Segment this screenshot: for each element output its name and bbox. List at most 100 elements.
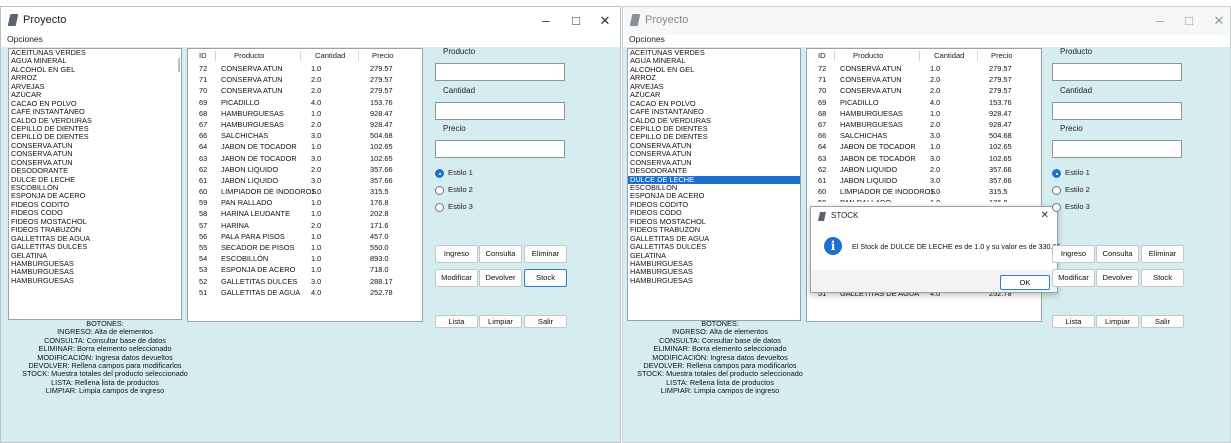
list-item[interactable]: HAMBURGUESAS [9,268,181,276]
dialog-close-button[interactable]: ✕ [1041,210,1049,221]
table-row[interactable]: 62 JABON LIQUIDO 2.0 357.66 [807,164,1041,175]
table-row[interactable]: 66 SALCHICHAS 3.0 504.68 [188,130,422,141]
list-item[interactable]: CALDO DE VERDURAS [628,117,800,125]
ok-button[interactable]: OK [1000,275,1050,290]
list-item[interactable]: ARVEJAS [9,83,181,91]
header-producto[interactable]: Producto [234,49,264,63]
list-item[interactable]: DULCE DE LECHE [628,175,800,184]
table-row[interactable]: 66 SALCHICHAS 3.0 504.68 [807,130,1041,141]
list-item[interactable]: ACEITUNAS VERDES [9,49,181,57]
list-item[interactable]: HAMBURGUESAS [628,277,800,285]
radio-indicator[interactable] [1052,169,1061,178]
table-row[interactable]: 52 GALLETITAS DULCES 3.0 288.17 [188,276,422,287]
list-item[interactable]: DULCE DE LECHE [9,176,181,184]
header-cantidad[interactable]: Cantidad [934,49,964,63]
header-producto[interactable]: Producto [853,49,883,63]
eliminar-button[interactable]: Eliminar [1141,245,1184,263]
list-item[interactable]: DESODORANTE [628,167,800,175]
table-row[interactable]: 70 CONSERVA ATUN 2.0 279.57 [188,85,422,96]
list-item[interactable]: GALLETITAS DE AGUA [628,235,800,243]
minimize-button[interactable]: – [533,11,559,31]
maximize-button[interactable]: □ [563,11,589,31]
list-item[interactable]: CAFÉ INSTANTÁNEO [628,108,800,116]
list-item[interactable]: GALLETITAS DULCES [628,243,800,251]
table-row[interactable]: 68 HAMBURGUESAS 1.0 928.47 [807,108,1041,119]
table-row[interactable]: 54 ESCOBILLÓN 1.0 893.0 [188,253,422,264]
table-row[interactable]: 59 PAN RALLADO 1.0 176.8 [807,197,1041,202]
table-row[interactable]: 61 JABON LIQUIDO 3.0 357.66 [807,175,1041,186]
list-item[interactable]: CAFÉ INSTANTÁNEO [9,108,181,116]
list-item[interactable]: DESODORANTE [9,167,181,175]
title-bar[interactable]: Proyecto – □ ✕ [1,7,620,35]
list-item[interactable]: ESPONJA DE ACERO [9,192,181,200]
list-item[interactable]: FIDEOS TRABUZÓN [9,226,181,234]
list-item[interactable]: CACAO EN POLVO [628,100,800,108]
table-row[interactable]: 64 JABON DE TOCADOR 1.0 102.65 [807,141,1041,152]
list-item[interactable]: CALDO DE VERDURAS [9,117,181,125]
list-item[interactable]: ESPONJA DE ACERO [628,192,800,200]
table-row[interactable]: 71 CONSERVA ATUN 2.0 279.57 [188,74,422,85]
eliminar-button[interactable]: Eliminar [524,245,567,263]
list-item[interactable]: CONSERVA ATUN [628,150,800,158]
table-row[interactable]: 64 JABON DE TOCADOR 1.0 102.65 [188,141,422,152]
table-row[interactable]: 69 PICADILLO 4.0 153.76 [807,97,1041,108]
header-precio[interactable]: Precio [372,49,394,63]
list-item[interactable]: CACAO EN POLVO [9,100,181,108]
list-item[interactable]: CONSERVA ATUN [9,150,181,158]
table-row[interactable]: 55 SECADOR DE PISOS 1.0 550.0 [188,242,422,253]
radio-indicator[interactable] [435,203,444,212]
list-item[interactable]: FIDEOS MOSTACHOL [628,218,800,226]
list-item[interactable]: HAMBURGUESAS [628,268,800,276]
menu-opciones[interactable]: Opciones [629,34,665,44]
list-item[interactable]: FIDEOS TRABUZÓN [628,226,800,234]
product-listbox[interactable]: ACEITUNAS VERDES AGUA MINERAL ALCOHOL EN G… [8,48,182,320]
devolver-button[interactable]: Devolver [1096,269,1139,287]
producto-entry[interactable] [435,63,565,81]
table-row[interactable]: 56 PALA PARA PISOS 1.0 457.0 [188,231,422,242]
title-bar[interactable]: Proyecto – □ ✕ [623,7,1230,35]
limpiar-button[interactable]: Limpiar [479,315,522,328]
list-item[interactable]: ARROZ [628,74,800,82]
list-item[interactable]: AGUA MINERAL [628,57,800,65]
radio-indicator[interactable] [1052,203,1061,212]
radio-indicator[interactable] [435,169,444,178]
list-item[interactable]: FIDEOS CODITO [628,201,800,209]
radio-indicator[interactable] [435,186,444,195]
list-item[interactable]: HAMBURGUESAS [9,260,181,268]
table-row[interactable]: 62 JABON LIQUIDO 2.0 357.66 [188,164,422,175]
list-item[interactable]: AZÚCAR [9,91,181,99]
list-item[interactable]: FIDEOS MOSTACHOL [9,218,181,226]
table-row[interactable]: 58 HARINA LEUDANTE 1.0 202.8 [188,208,422,219]
close-button[interactable]: ✕ [592,11,618,31]
list-item[interactable]: GALLETITAS DE AGUA [9,235,181,243]
list-item[interactable]: AGUA MINERAL [9,57,181,65]
minimize-button[interactable]: – [1147,11,1173,31]
table-row[interactable]: 69 PICADILLO 4.0 153.76 [188,97,422,108]
ingreso-button[interactable]: Ingreso [435,245,478,263]
cantidad-entry[interactable] [1052,102,1182,120]
table-row[interactable]: 72 CONSERVA ATUN 1.0 279.57 [188,63,422,74]
table-row[interactable]: 68 HAMBURGUESAS 1.0 928.47 [188,108,422,119]
list-item[interactable]: FIDEOS CODO [628,209,800,217]
maximize-button[interactable]: □ [1176,11,1202,31]
list-item[interactable]: CEPILLO DE DIENTES [9,125,181,133]
products-table[interactable]: ID Producto Cantidad Precio 72 CONSERVA ATUN 1… [187,48,423,322]
list-item[interactable]: ACEITUNAS VERDES [628,49,800,57]
lista-button[interactable]: Lista [435,315,478,328]
table-row[interactable]: 60 LIMPIADOR DE INODOROS 1.0 315.5 [807,186,1041,197]
list-item[interactable]: CEPILLO DE DIENTES [628,133,800,141]
table-row[interactable]: 72 CONSERVA ATUN 1.0 279.57 [807,63,1041,74]
lista-button[interactable]: Lista [1052,315,1095,328]
modificar-button[interactable]: Modificar [435,269,478,287]
salir-button[interactable]: Salir [524,315,567,328]
header-cantidad[interactable]: Cantidad [315,49,345,63]
list-item[interactable]: ALCOHOL EN GEL [9,66,181,74]
cantidad-entry[interactable] [435,102,565,120]
list-item[interactable]: CONSERVA ATUN [628,159,800,167]
table-row[interactable]: 53 ESPONJA DE ACERO 1.0 718.0 [188,264,422,275]
list-item[interactable]: CEPILLO DE DIENTES [9,133,181,141]
list-item[interactable]: ARVEJAS [628,83,800,91]
table-row[interactable]: 61 JABON LIQUIDO 3.0 357.66 [188,175,422,186]
radio-indicator[interactable] [1052,186,1061,195]
salir-button[interactable]: Salir [1141,315,1184,328]
